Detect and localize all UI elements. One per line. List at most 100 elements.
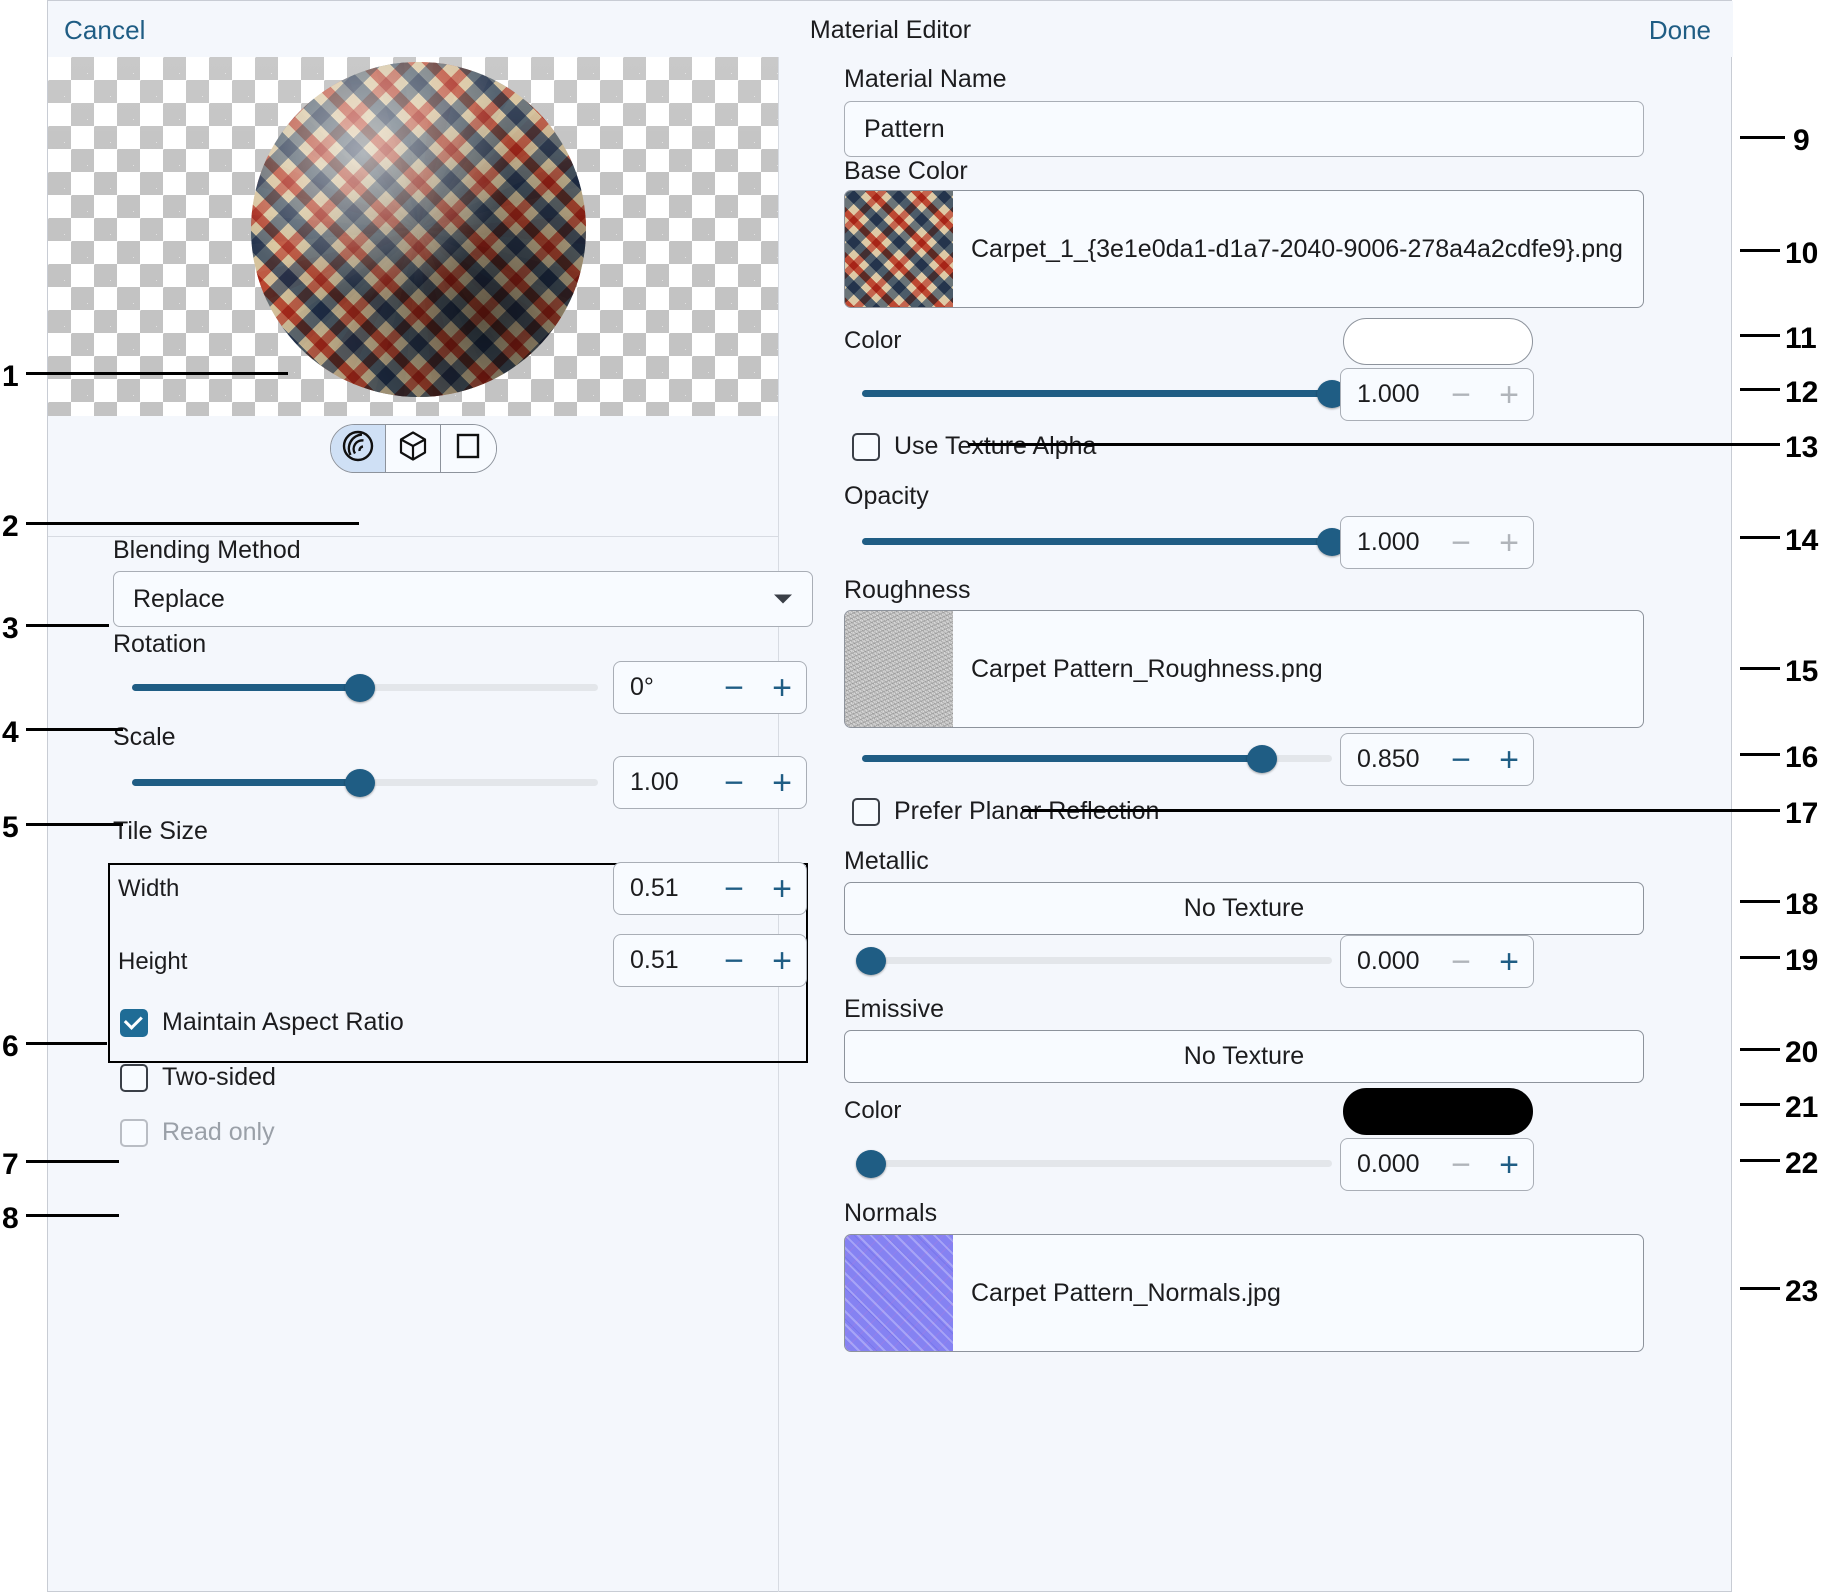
cube-icon — [396, 429, 430, 468]
use-texture-alpha-row[interactable]: Use Texture Alpha — [852, 432, 1096, 461]
two-sided-checkbox[interactable] — [120, 1063, 148, 1092]
metallic-slider-knob[interactable] — [856, 947, 887, 975]
metallic-stepper[interactable]: 0.000 − + — [1340, 935, 1534, 988]
tile-height-stepper[interactable]: 0.51 − + — [613, 934, 807, 987]
tile-width-stepper[interactable]: 0.51 − + — [613, 862, 807, 915]
blending-method-label: Blending Method — [113, 536, 301, 564]
shape-option-cube[interactable] — [385, 424, 441, 472]
callout-1: 1 — [2, 360, 19, 393]
screenshot-root: Cancel Material Editor Done Blending Met… — [0, 0, 1832, 1592]
blending-method-select[interactable]: Replace — [113, 571, 813, 627]
roughness-plus-button[interactable]: + — [1485, 743, 1533, 777]
callout-15: 15 — [1785, 655, 1819, 688]
emissive-intensity-slider[interactable] — [856, 1150, 1332, 1178]
prefer-planar-reflection-checkbox[interactable] — [852, 797, 880, 826]
maintain-aspect-ratio-row[interactable]: Maintain Aspect Ratio — [120, 1008, 404, 1037]
base-color-intensity-slider[interactable] — [862, 380, 1347, 408]
base-color-thumbnail — [845, 191, 953, 307]
callout-5: 5 — [2, 811, 19, 844]
roughness-minus-button[interactable]: − — [1437, 743, 1485, 777]
rotation-slider-knob[interactable] — [345, 674, 376, 702]
use-texture-alpha-checkbox[interactable] — [852, 432, 880, 461]
left-panel: Blending Method Replace Rotation 0° − + … — [48, 57, 813, 1592]
emissive-stepper[interactable]: 0.000 − + — [1340, 1138, 1534, 1191]
emissive-texture-button[interactable]: No Texture — [844, 1030, 1644, 1083]
callout-12: 12 — [1785, 376, 1819, 409]
emissive-texture-name: No Texture — [1183, 1042, 1305, 1070]
roughness-slider-knob[interactable] — [1246, 745, 1277, 773]
base-color-plus-button[interactable]: + — [1485, 378, 1533, 412]
shape-segmented-control — [329, 423, 497, 473]
material-editor-window: Cancel Material Editor Done Blending Met… — [47, 0, 1733, 1592]
opacity-plus-button[interactable]: + — [1485, 526, 1533, 560]
roughness-slider-fill — [862, 755, 1262, 762]
maintain-aspect-ratio-checkbox[interactable] — [120, 1008, 148, 1037]
roughness-stepper[interactable]: 0.850 − + — [1340, 733, 1534, 786]
opacity-stepper[interactable]: 1.000 − + — [1340, 516, 1534, 569]
roughness-texture-row[interactable]: Carpet Pattern_Roughness.png — [844, 610, 1644, 728]
callout-13: 13 — [1785, 431, 1819, 464]
callout-line-3 — [26, 624, 109, 627]
callout-10: 10 — [1785, 237, 1819, 270]
base-color-texture-row[interactable]: Carpet_1_{3e1e0da1-d1a7-2040-9006-278a4a… — [844, 190, 1644, 308]
preview-sphere-shading — [251, 62, 586, 397]
metallic-plus-button[interactable]: + — [1485, 945, 1533, 979]
callout-17: 17 — [1785, 797, 1819, 830]
preview-sphere — [251, 62, 586, 397]
opacity-slider[interactable] — [862, 528, 1347, 556]
scale-minus-button[interactable]: − — [710, 766, 758, 800]
scale-slider-fill — [132, 779, 361, 786]
metallic-texture-name: No Texture — [1183, 894, 1305, 922]
rotation-label: Rotation — [113, 630, 207, 658]
scale-value: 1.00 — [630, 768, 679, 796]
material-name-input[interactable]: Pattern — [844, 101, 1644, 157]
tile-size-label: Tile Size — [113, 817, 208, 845]
emissive-label: Emissive — [844, 995, 945, 1023]
base-color-minus-button[interactable]: − — [1437, 378, 1485, 412]
base-color-stepper[interactable]: 1.000 − + — [1340, 368, 1534, 421]
rotation-minus-button[interactable]: − — [710, 671, 758, 705]
read-only-label: Read only — [162, 1118, 275, 1146]
right-panel: Material Name Pattern Base Color Carpet_… — [779, 57, 1733, 1592]
opacity-label: Opacity — [844, 482, 929, 510]
titlebar: Cancel Material Editor Done — [48, 1, 1733, 57]
page-title: Material Editor — [809, 16, 972, 44]
tile-height-value: 0.51 — [630, 946, 679, 974]
done-button[interactable]: Done — [1649, 15, 1711, 46]
roughness-slider[interactable] — [862, 745, 1332, 773]
scale-stepper[interactable]: 1.00 − + — [613, 756, 807, 809]
metallic-slider[interactable] — [856, 947, 1332, 975]
metallic-texture-button[interactable]: No Texture — [844, 882, 1644, 935]
shape-option-sphere[interactable] — [330, 424, 386, 472]
emissive-slider-knob[interactable] — [856, 1150, 887, 1178]
roughness-thumbnail — [845, 611, 953, 727]
tile-height-label: Height — [118, 948, 188, 975]
scale-slider[interactable] — [132, 769, 598, 797]
shape-option-plane[interactable] — [440, 424, 496, 472]
callout-4: 4 — [2, 716, 19, 749]
emissive-color-swatch[interactable] — [1343, 1088, 1533, 1135]
scale-slider-knob[interactable] — [345, 769, 376, 797]
tile-width-minus-button[interactable]: − — [710, 872, 758, 906]
emissive-plus-button[interactable]: + — [1485, 1148, 1533, 1182]
callout-11: 11 — [1785, 322, 1817, 355]
base-color-label: Base Color — [844, 157, 968, 185]
normals-label: Normals — [844, 1199, 938, 1227]
callout-23: 23 — [1785, 1275, 1819, 1308]
rotation-slider[interactable] — [132, 674, 598, 702]
tile-height-minus-button[interactable]: − — [710, 944, 758, 978]
rotation-stepper[interactable]: 0° − + — [613, 661, 807, 714]
callout-line-12 — [1740, 388, 1780, 391]
metallic-minus-button[interactable]: − — [1437, 945, 1485, 979]
plane-icon — [452, 430, 484, 467]
callout-16: 16 — [1785, 741, 1819, 774]
normals-texture-row[interactable]: Carpet Pattern_Normals.jpg — [844, 1234, 1644, 1352]
normals-texture-name: Carpet Pattern_Normals.jpg — [971, 1278, 1281, 1307]
material-name-label: Material Name — [844, 65, 1007, 93]
material-preview-viewport[interactable] — [48, 57, 778, 416]
two-sided-row[interactable]: Two-sided — [120, 1063, 276, 1092]
opacity-minus-button[interactable]: − — [1437, 526, 1485, 560]
roughness-label: Roughness — [844, 576, 971, 604]
base-color-swatch[interactable] — [1343, 318, 1533, 365]
emissive-minus-button[interactable]: − — [1437, 1148, 1485, 1182]
